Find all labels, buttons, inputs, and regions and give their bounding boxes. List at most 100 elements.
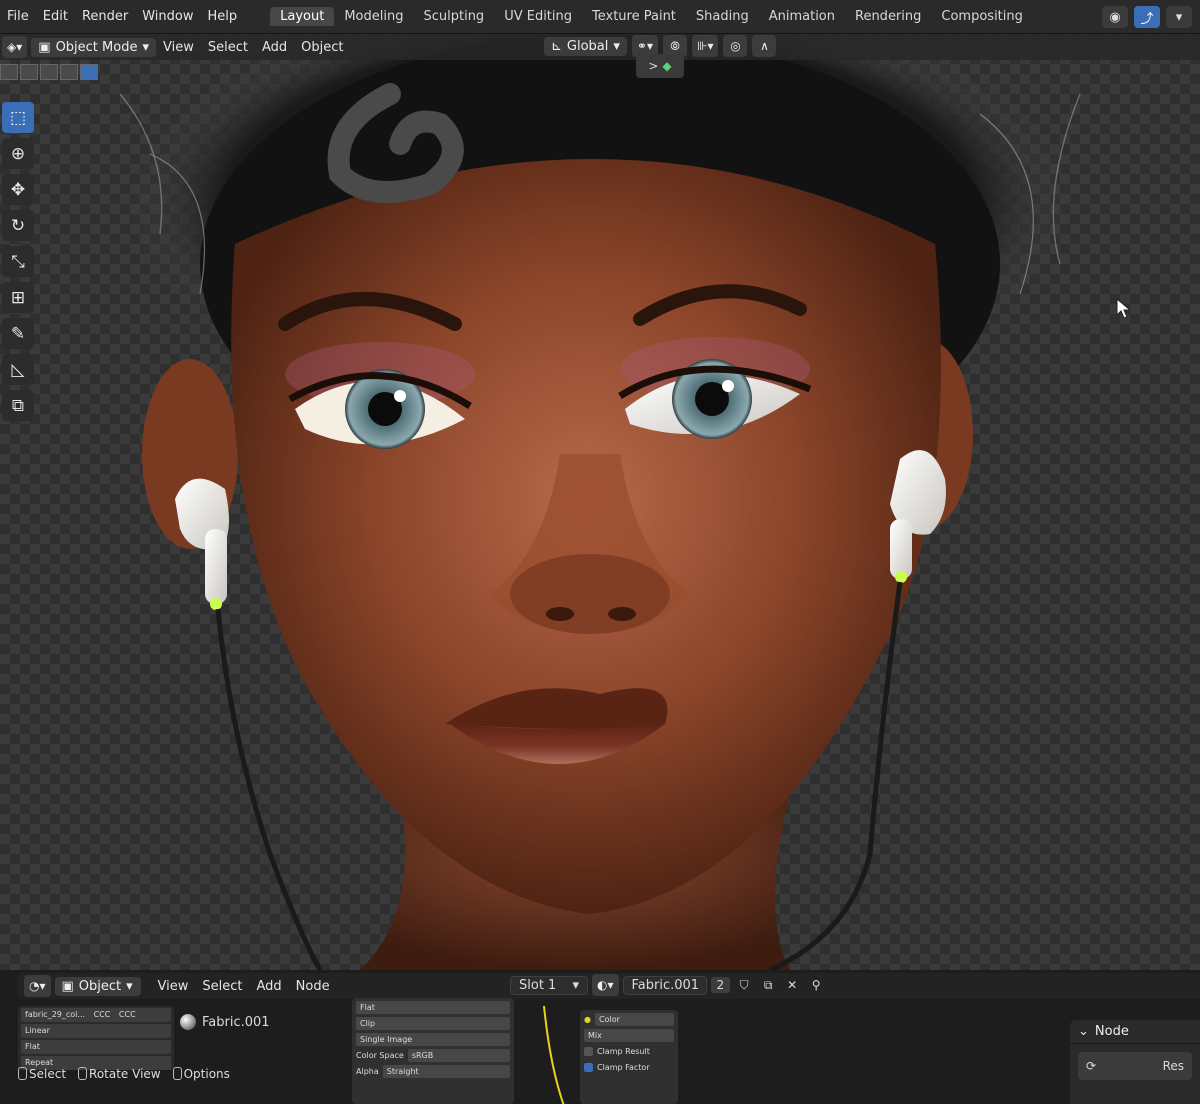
alpha-row: Alpha Straight bbox=[356, 1064, 510, 1078]
material-name-field[interactable]: Fabric.001 bbox=[622, 975, 707, 995]
menu-view[interactable]: View bbox=[151, 979, 196, 994]
image-node-row: Clip bbox=[356, 1016, 510, 1030]
menu-view[interactable]: View bbox=[156, 40, 201, 55]
status-select-label: Select bbox=[29, 1067, 67, 1081]
status-rotate-label: Rotate View bbox=[89, 1067, 161, 1081]
chevron-down-icon: ▾ bbox=[613, 38, 620, 54]
image-node-field[interactable]: Single Image bbox=[356, 1032, 510, 1046]
tab-animation[interactable]: Animation bbox=[759, 7, 845, 26]
shader-type-dropdown[interactable]: ▣ Object ▾ bbox=[54, 976, 141, 996]
rotate-icon[interactable]: ↻ bbox=[2, 210, 34, 241]
menu-add[interactable]: Add bbox=[249, 979, 288, 994]
reset-button-label: Res bbox=[1162, 1059, 1184, 1073]
image-name-row[interactable]: fabric_29_col... CCC CCC bbox=[21, 1008, 171, 1022]
user-count-badge[interactable]: 2 bbox=[710, 977, 731, 993]
alpha-dropdown[interactable]: Straight bbox=[382, 1064, 510, 1078]
checkbox-checked-icon[interactable] bbox=[584, 1062, 593, 1072]
interpolation-dropdown[interactable]: Linear bbox=[21, 1024, 171, 1038]
status-options-label: Options bbox=[183, 1067, 230, 1081]
select-invert-icon[interactable] bbox=[60, 64, 78, 80]
mouse-left-icon bbox=[18, 1067, 27, 1080]
select-box-icon[interactable]: ⬚ bbox=[2, 102, 34, 133]
scale-icon[interactable]: ⤡ bbox=[2, 246, 34, 277]
image-button-a[interactable]: CCC bbox=[94, 1010, 111, 1019]
color-space-dropdown[interactable]: sRGB bbox=[407, 1048, 510, 1062]
menu-window[interactable]: Window bbox=[135, 9, 200, 24]
image-button-b[interactable]: CCC bbox=[119, 1010, 136, 1019]
select-set-icon[interactable] bbox=[0, 64, 18, 80]
material-slot-controls: Slot 1 ▾ ◐▾ Fabric.001 2 ⛉ ⧉ ✕ ⚲ bbox=[510, 974, 826, 996]
chevron-down-icon: ▾ bbox=[572, 977, 579, 993]
select-intersect-icon[interactable] bbox=[80, 64, 98, 80]
select-extend-icon[interactable] bbox=[20, 64, 38, 80]
tab-sculpting[interactable]: Sculpting bbox=[413, 7, 494, 26]
scene-icon[interactable]: ◉ bbox=[1102, 6, 1128, 28]
material-preview-icon bbox=[180, 1014, 196, 1030]
mouse-right-icon bbox=[172, 1067, 182, 1080]
image-node-field[interactable]: Flat bbox=[356, 1000, 510, 1014]
blend-dropdown[interactable]: Mix bbox=[584, 1028, 674, 1042]
transform-icon[interactable]: ⊞ bbox=[2, 282, 34, 313]
measure-icon[interactable]: ◺ bbox=[2, 354, 34, 385]
tab-layout[interactable]: Layout bbox=[270, 7, 335, 26]
annotate-icon[interactable]: ✎ bbox=[2, 318, 34, 349]
cursor-icon[interactable]: ⊕ bbox=[2, 138, 34, 169]
tab-texture-paint[interactable]: Texture Paint bbox=[582, 7, 686, 26]
projection-dropdown[interactable]: Flat bbox=[21, 1040, 171, 1054]
editor-type-icon[interactable]: ◔▾ bbox=[24, 975, 51, 997]
menu-object[interactable]: Object bbox=[294, 40, 350, 55]
status-rotate: Rotate View bbox=[78, 1067, 161, 1081]
3d-viewport[interactable]: ◈▾ ▣ Object Mode ▾ View Select Add Objec… bbox=[0, 34, 1200, 970]
gizmo-toggle-icon[interactable]: ⤴ bbox=[1134, 6, 1160, 28]
editor-type-icon[interactable]: ◈▾ bbox=[2, 36, 28, 58]
tab-compositing[interactable]: Compositing bbox=[931, 7, 1033, 26]
color-space-label: Color Space bbox=[356, 1050, 404, 1060]
falloff-icon[interactable]: ∧ bbox=[752, 35, 777, 57]
fake-user-icon[interactable]: ⛉ bbox=[734, 975, 754, 995]
add-cube-icon[interactable]: ⧉ bbox=[2, 390, 34, 421]
orientation-icon: ⊾ bbox=[551, 38, 562, 54]
checkbox-icon[interactable] bbox=[584, 1046, 593, 1056]
menu-file[interactable]: File bbox=[0, 9, 36, 24]
refresh-icon: ⟳ bbox=[1086, 1059, 1097, 1073]
clamp-result-row: Clamp Result bbox=[584, 1044, 674, 1058]
reset-button[interactable]: ⟳ Res bbox=[1078, 1052, 1192, 1080]
gizmo-tab[interactable]: > ◆ bbox=[636, 54, 684, 78]
transform-orientation-dropdown[interactable]: ⊾ Global ▾ bbox=[544, 36, 627, 56]
snap-target-icon[interactable]: ⊪▾ bbox=[692, 35, 719, 57]
mix-node[interactable]: ● Color Mix Clamp Result Clamp Factor bbox=[580, 1010, 678, 1104]
menu-node[interactable]: Node bbox=[289, 979, 337, 994]
material-label-text: Fabric.001 bbox=[202, 1014, 270, 1030]
mix-output-field[interactable]: Color bbox=[594, 1012, 674, 1026]
menu-select[interactable]: Select bbox=[195, 979, 249, 994]
proportional-edit-icon[interactable]: ◎ bbox=[723, 35, 748, 57]
image-node-field[interactable]: Clip bbox=[356, 1016, 510, 1030]
object-icon: ▣ bbox=[61, 978, 74, 994]
material-browse-icon[interactable]: ◐▾ bbox=[592, 974, 619, 996]
chevron-down-icon: ⌄ bbox=[1078, 1024, 1089, 1039]
menu-render[interactable]: Render bbox=[75, 9, 135, 24]
mode-dropdown[interactable]: ▣ Object Mode ▾ bbox=[31, 37, 156, 57]
status-select: Select bbox=[18, 1067, 66, 1081]
menu-select[interactable]: Select bbox=[201, 40, 255, 55]
menu-help[interactable]: Help bbox=[201, 9, 245, 24]
rendered-character bbox=[119, 34, 1081, 970]
menu-edit[interactable]: Edit bbox=[36, 9, 75, 24]
image-node[interactable]: Flat Clip Single Image Color Space sRGB … bbox=[352, 998, 514, 1104]
shader-node-editor: ◔▾ ▣ Object ▾ View Select Add Node Slot … bbox=[0, 970, 1200, 1104]
chevron-down-icon[interactable]: ▾ bbox=[1166, 6, 1192, 28]
tab-uv-editing[interactable]: UV Editing bbox=[494, 7, 582, 26]
menu-add[interactable]: Add bbox=[255, 40, 294, 55]
tab-modeling[interactable]: Modeling bbox=[334, 7, 413, 26]
transform-orientation-label: Global bbox=[566, 38, 609, 54]
tab-shading[interactable]: Shading bbox=[686, 7, 759, 26]
close-icon[interactable]: ✕ bbox=[782, 975, 802, 995]
move-icon[interactable]: ✥ bbox=[2, 174, 34, 205]
mouse-middle-icon bbox=[78, 1067, 88, 1080]
slot-dropdown[interactable]: Slot 1 ▾ bbox=[510, 975, 588, 995]
pin-icon[interactable]: ⚲ bbox=[806, 975, 826, 995]
duplicate-icon[interactable]: ⧉ bbox=[758, 975, 778, 995]
select-subtract-icon[interactable] bbox=[40, 64, 58, 80]
node-sidebar-header[interactable]: ⌄ Node bbox=[1070, 1020, 1200, 1044]
tab-rendering[interactable]: Rendering bbox=[845, 7, 931, 26]
